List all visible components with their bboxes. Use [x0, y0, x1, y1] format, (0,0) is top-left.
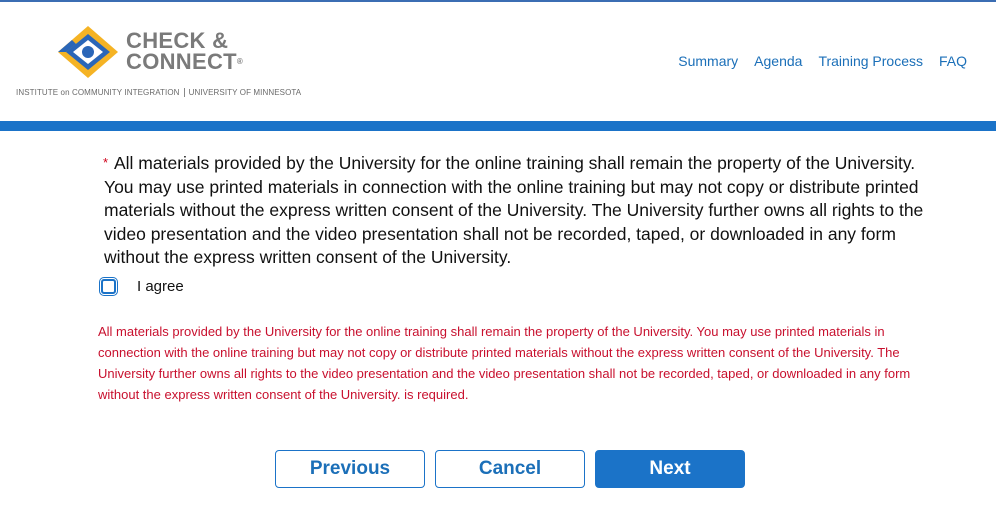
institute-name: INSTITUTE on COMMUNITY INTEGRATION	[16, 88, 180, 97]
logo-line-1: CHECK &	[126, 28, 229, 53]
university-name: UNIVERSITY OF MINNESOTA	[188, 88, 302, 97]
agreement-text: All materials provided by the University…	[104, 153, 924, 268]
top-nav: Summary Agenda Training Process FAQ	[678, 53, 967, 69]
nav-faq[interactable]: FAQ	[939, 53, 967, 69]
check-connect-logo-icon	[58, 26, 118, 78]
logo-wordmark: CHECK & CONNECT®	[126, 28, 244, 74]
agree-label[interactable]: I agree	[137, 278, 184, 295]
validation-error: All materials provided by the University…	[98, 324, 911, 402]
agree-checkbox[interactable]	[101, 279, 116, 294]
agreement-question: * All materials provided by the Universi…	[103, 152, 924, 270]
institute-line: INSTITUTE on COMMUNITY INTEGRATION UNIVER…	[16, 88, 302, 98]
nav-agenda[interactable]: Agenda	[754, 53, 802, 69]
logo-line-2: CONNECT	[126, 49, 237, 74]
header-accent-bar	[0, 121, 996, 131]
site-header: CHECK & CONNECT® INSTITUTE on COMMUNITY …	[0, 2, 996, 122]
required-marker: *	[103, 155, 109, 170]
cancel-button[interactable]: Cancel	[435, 450, 585, 488]
previous-button[interactable]: Previous	[275, 450, 425, 488]
form-buttons: Previous Cancel Next	[275, 450, 745, 488]
next-button[interactable]: Next	[595, 450, 745, 488]
nav-summary[interactable]: Summary	[678, 53, 738, 69]
nav-training-process[interactable]: Training Process	[818, 53, 923, 69]
logo-trademark: ®	[236, 57, 244, 66]
agree-checkbox-row[interactable]: I agree	[100, 278, 184, 295]
